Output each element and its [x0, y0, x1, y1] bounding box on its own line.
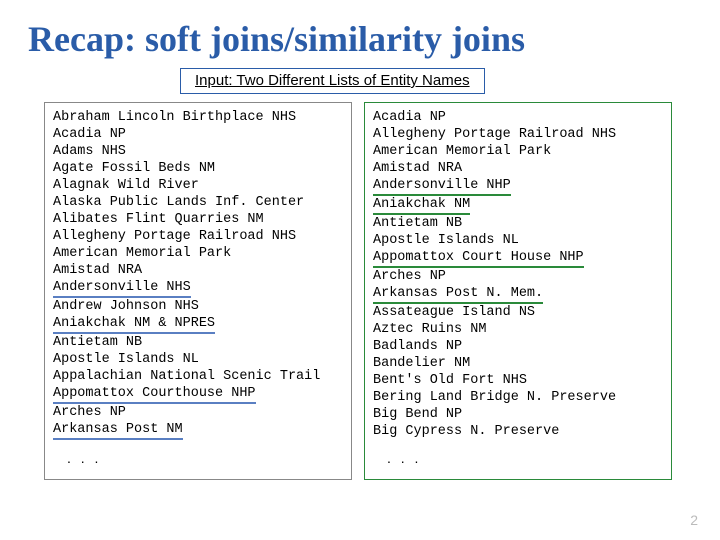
left-ellipsis: . . . [53, 440, 343, 466]
right-entry: Apostle Islands NL [373, 232, 663, 249]
right-entry: Aztec Ruins NM [373, 321, 663, 338]
left-entry: Appalachian National Scenic Trail [53, 368, 343, 385]
left-entry: Abraham Lincoln Birthplace NHS [53, 109, 343, 126]
left-entry: Alibates Flint Quarries NM [53, 211, 343, 228]
left-entry: Andersonville NHS [53, 279, 343, 298]
right-entry: Andersonville NHP [373, 177, 663, 196]
right-entry: Aniakchak NM [373, 196, 663, 215]
left-entry: Arkansas Post NM [53, 421, 343, 440]
right-entry: Arches NP [373, 268, 663, 285]
left-entry: Alaska Public Lands Inf. Center [53, 194, 343, 211]
left-list-box: Abraham Lincoln Birthplace NHSAcadia NPA… [44, 102, 352, 480]
right-entry: American Memorial Park [373, 143, 663, 160]
right-entry: Assateague Island NS [373, 304, 663, 321]
right-entry: Bent's Old Fort NHS [373, 372, 663, 389]
slide-title: Recap: soft joins/similarity joins [0, 0, 720, 68]
page-number: 2 [690, 512, 698, 528]
left-entry: Allegheny Portage Railroad NHS [53, 228, 343, 245]
left-entry: Antietam NB [53, 334, 343, 351]
left-entry: Agate Fossil Beds NM [53, 160, 343, 177]
right-entry: Badlands NP [373, 338, 663, 355]
right-entry: Bering Land Bridge N. Preserve [373, 389, 663, 406]
left-entry: Alagnak Wild River [53, 177, 343, 194]
left-entry: Aniakchak NM & NPRES [53, 315, 343, 334]
right-ellipsis: . . . [373, 440, 663, 466]
columns-container: Abraham Lincoln Birthplace NHSAcadia NPA… [0, 102, 720, 480]
left-entry: Adams NHS [53, 143, 343, 160]
right-entry: Big Cypress N. Preserve [373, 423, 663, 440]
left-entry: American Memorial Park [53, 245, 343, 262]
right-entry: Arkansas Post N. Mem. [373, 285, 663, 304]
right-entry: Big Bend NP [373, 406, 663, 423]
left-entry: Appomattox Courthouse NHP [53, 385, 343, 404]
left-entry: Andrew Johnson NHS [53, 298, 343, 315]
right-entry: Antietam NB [373, 215, 663, 232]
right-entry: Allegheny Portage Railroad NHS [373, 126, 663, 143]
left-entry: Apostle Islands NL [53, 351, 343, 368]
right-entry: Amistad NRA [373, 160, 663, 177]
left-entry: Acadia NP [53, 126, 343, 143]
left-entry: Amistad NRA [53, 262, 343, 279]
right-list-box: Acadia NPAllegheny Portage Railroad NHSA… [364, 102, 672, 480]
right-entry: Bandelier NM [373, 355, 663, 372]
subtitle: Input: Two Different Lists of Entity Nam… [195, 72, 470, 89]
left-entry: Arches NP [53, 404, 343, 421]
right-entry: Acadia NP [373, 109, 663, 126]
subtitle-box: Input: Two Different Lists of Entity Nam… [180, 68, 485, 94]
right-entry: Appomattox Court House NHP [373, 249, 663, 268]
